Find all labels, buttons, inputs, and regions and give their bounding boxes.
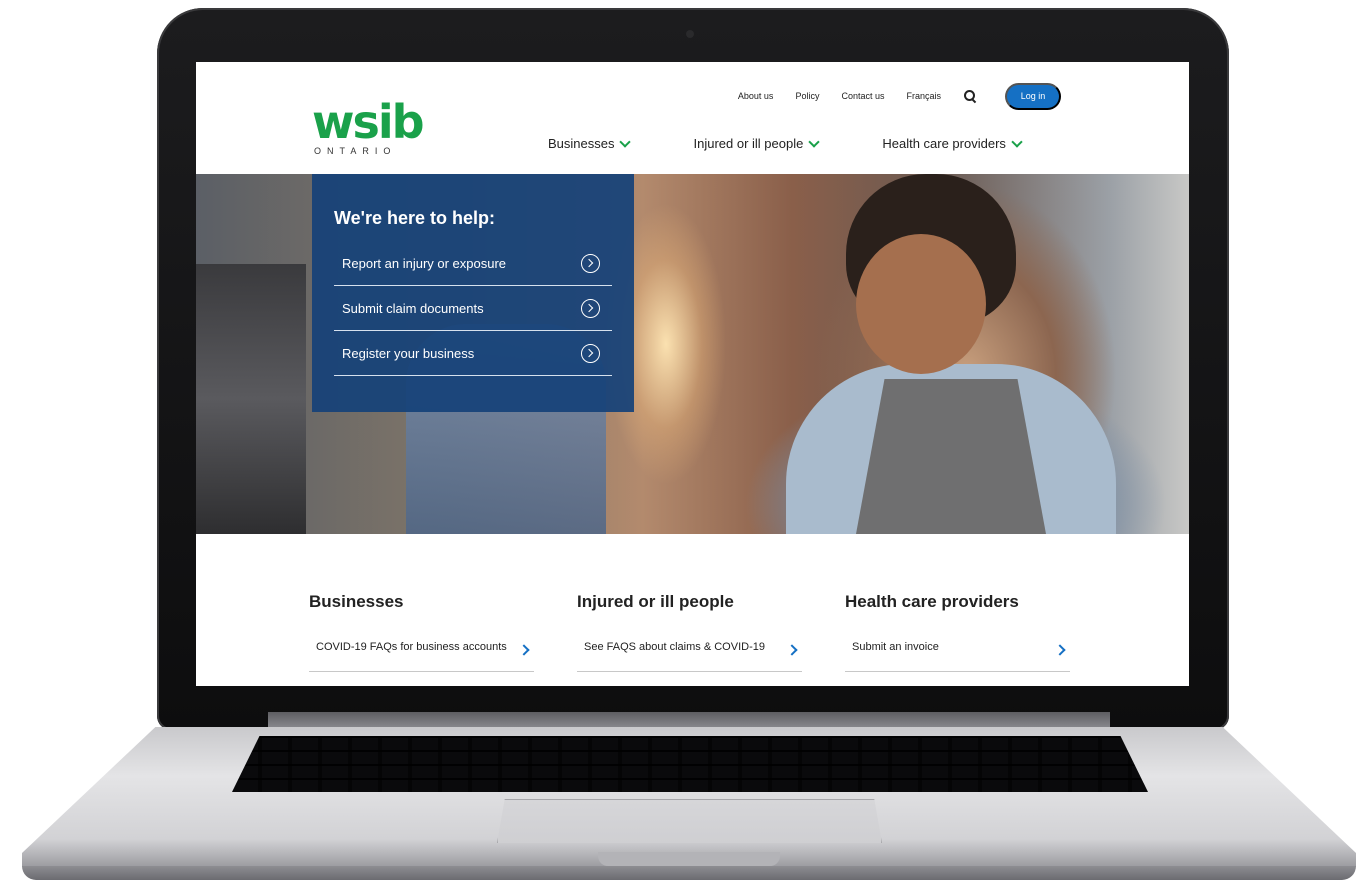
section-link[interactable]: COVID-19 FAQs for business accounts	[309, 626, 534, 672]
site-header: wsib ONTARIO About us Policy Contact us …	[196, 62, 1189, 174]
nav-health-care-label: Health care providers	[882, 136, 1006, 151]
circle-arrow-right-icon	[581, 343, 600, 363]
chevron-right-icon	[1054, 644, 1066, 656]
francais-link[interactable]: Français	[906, 91, 941, 101]
hero-coffee-machine	[196, 264, 306, 534]
camera	[686, 30, 694, 38]
logo-word: wsib	[312, 95, 423, 149]
circle-arrow-right-icon	[581, 253, 600, 273]
hero-woman-apron	[856, 379, 1046, 534]
section-businesses: Businesses COVID-19 FAQs for business ac…	[309, 592, 577, 672]
help-item-submit-documents[interactable]: Submit claim documents	[334, 286, 612, 331]
audience-sections: Businesses COVID-19 FAQs for business ac…	[309, 592, 1113, 672]
laptop-notch	[598, 852, 780, 866]
help-title: We're here to help:	[334, 208, 495, 228]
utility-nav: About us Policy Contact us Français Log …	[716, 82, 1061, 110]
trackpad	[497, 799, 882, 843]
section-title: Businesses	[309, 592, 404, 611]
contact-us-link[interactable]: Contact us	[841, 91, 884, 101]
hero-banner: We're here to help: Report an injury or …	[196, 174, 1189, 534]
help-item-register-business[interactable]: Register your business	[334, 331, 612, 376]
hero-woman-face	[856, 234, 986, 374]
chevron-right-icon	[518, 644, 530, 656]
section-link-label: COVID-19 FAQs for business accounts	[316, 641, 507, 653]
about-us-link[interactable]: About us	[738, 91, 774, 101]
section-title: Health care providers	[845, 592, 1019, 611]
circle-arrow-right-icon	[581, 298, 600, 318]
chevron-right-icon	[786, 644, 798, 656]
wsib-logo[interactable]: wsib ONTARIO	[312, 95, 423, 156]
login-button[interactable]: Log in	[1005, 82, 1061, 110]
chevron-down-icon	[1011, 135, 1023, 148]
nav-injured-or-ill-people[interactable]: Injured or ill people	[693, 135, 821, 151]
section-title: Injured or ill people	[577, 592, 734, 611]
help-item-label: Register your business	[342, 345, 475, 361]
nav-injured-label: Injured or ill people	[693, 136, 804, 151]
search-icon[interactable]	[963, 89, 977, 103]
section-link-label: See FAQS about claims & COVID-19	[584, 641, 765, 653]
section-link[interactable]: See FAQS about claims & COVID-19	[577, 626, 802, 672]
nav-businesses-label: Businesses	[548, 136, 615, 151]
nav-businesses[interactable]: Businesses	[548, 135, 632, 151]
main-nav: Businesses Injured or ill people Health …	[548, 135, 1085, 151]
keyboard	[232, 736, 1148, 792]
section-link-label: Submit an invoice	[852, 641, 939, 653]
screen: wsib ONTARIO About us Policy Contact us …	[196, 62, 1189, 686]
help-item-label: Report an injury or exposure	[342, 255, 507, 271]
policy-link[interactable]: Policy	[795, 91, 819, 101]
chevron-down-icon	[808, 135, 821, 148]
laptop-front-edge	[22, 866, 1356, 880]
section-injured-or-ill-people: Injured or ill people See FAQS about cla…	[577, 592, 845, 672]
help-item-label: Submit claim documents	[342, 300, 484, 316]
help-item-report-injury[interactable]: Report an injury or exposure	[334, 241, 612, 286]
chevron-down-icon	[619, 135, 632, 148]
nav-health-care-providers[interactable]: Health care providers	[882, 135, 1023, 151]
section-link[interactable]: Submit an invoice	[845, 626, 1070, 672]
help-panel: We're here to help: Report an injury or …	[312, 174, 634, 412]
section-health-care-providers: Health care providers Submit an invoice	[845, 592, 1113, 672]
